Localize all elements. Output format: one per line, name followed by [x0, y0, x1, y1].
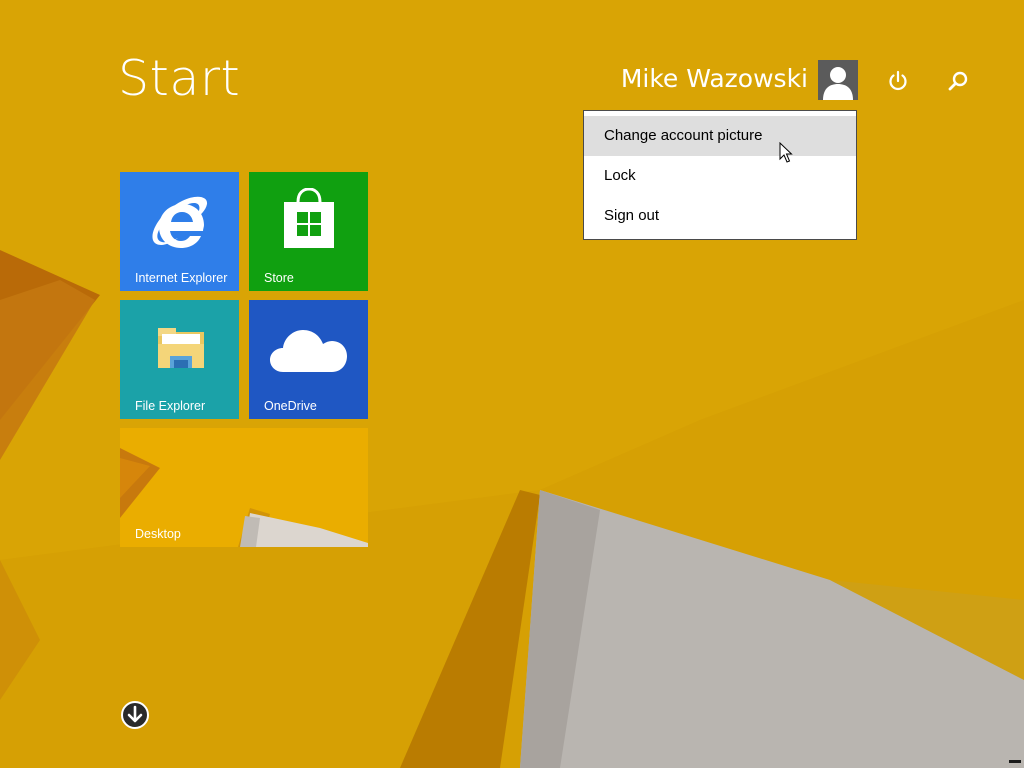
tile-label: File Explorer	[135, 399, 206, 413]
menu-item-lock[interactable]: Lock	[584, 156, 856, 196]
account-menu: Change account picture Lock Sign out	[583, 110, 857, 240]
start-title: Start	[118, 50, 241, 107]
menu-item-change-account-picture[interactable]: Change account picture	[584, 116, 856, 156]
all-apps-button[interactable]	[120, 700, 150, 730]
internet-explorer-icon	[152, 196, 208, 248]
power-button[interactable]	[881, 64, 915, 98]
user-avatar-icon[interactable]	[818, 60, 858, 100]
mouse-cursor-icon	[779, 142, 793, 163]
search-icon	[948, 71, 968, 91]
down-arrow-circle-icon	[121, 701, 149, 729]
tile-desktop[interactable]: Desktop	[120, 428, 368, 547]
tile-onedrive[interactable]: OneDrive	[249, 300, 368, 419]
search-button[interactable]	[941, 64, 975, 98]
power-icon	[889, 70, 907, 91]
store-icon	[284, 188, 334, 248]
menu-item-sign-out[interactable]: Sign out	[584, 196, 856, 236]
tile-label: Internet Explorer	[135, 271, 228, 285]
tile-store[interactable]: Store	[249, 172, 368, 291]
tile-internet-explorer[interactable]: Internet Explorer	[120, 172, 239, 291]
file-explorer-icon	[158, 328, 204, 368]
tile-label: OneDrive	[264, 399, 317, 413]
minus-mark-icon	[1009, 760, 1021, 763]
onedrive-icon	[270, 330, 347, 372]
start-screen: Start Mike Wazowski Change account pictu…	[0, 0, 1024, 768]
user-name[interactable]: Mike Wazowski	[621, 64, 808, 93]
tile-file-explorer[interactable]: File Explorer	[120, 300, 239, 419]
tile-label: Desktop	[135, 527, 181, 541]
tile-label: Store	[264, 271, 294, 285]
